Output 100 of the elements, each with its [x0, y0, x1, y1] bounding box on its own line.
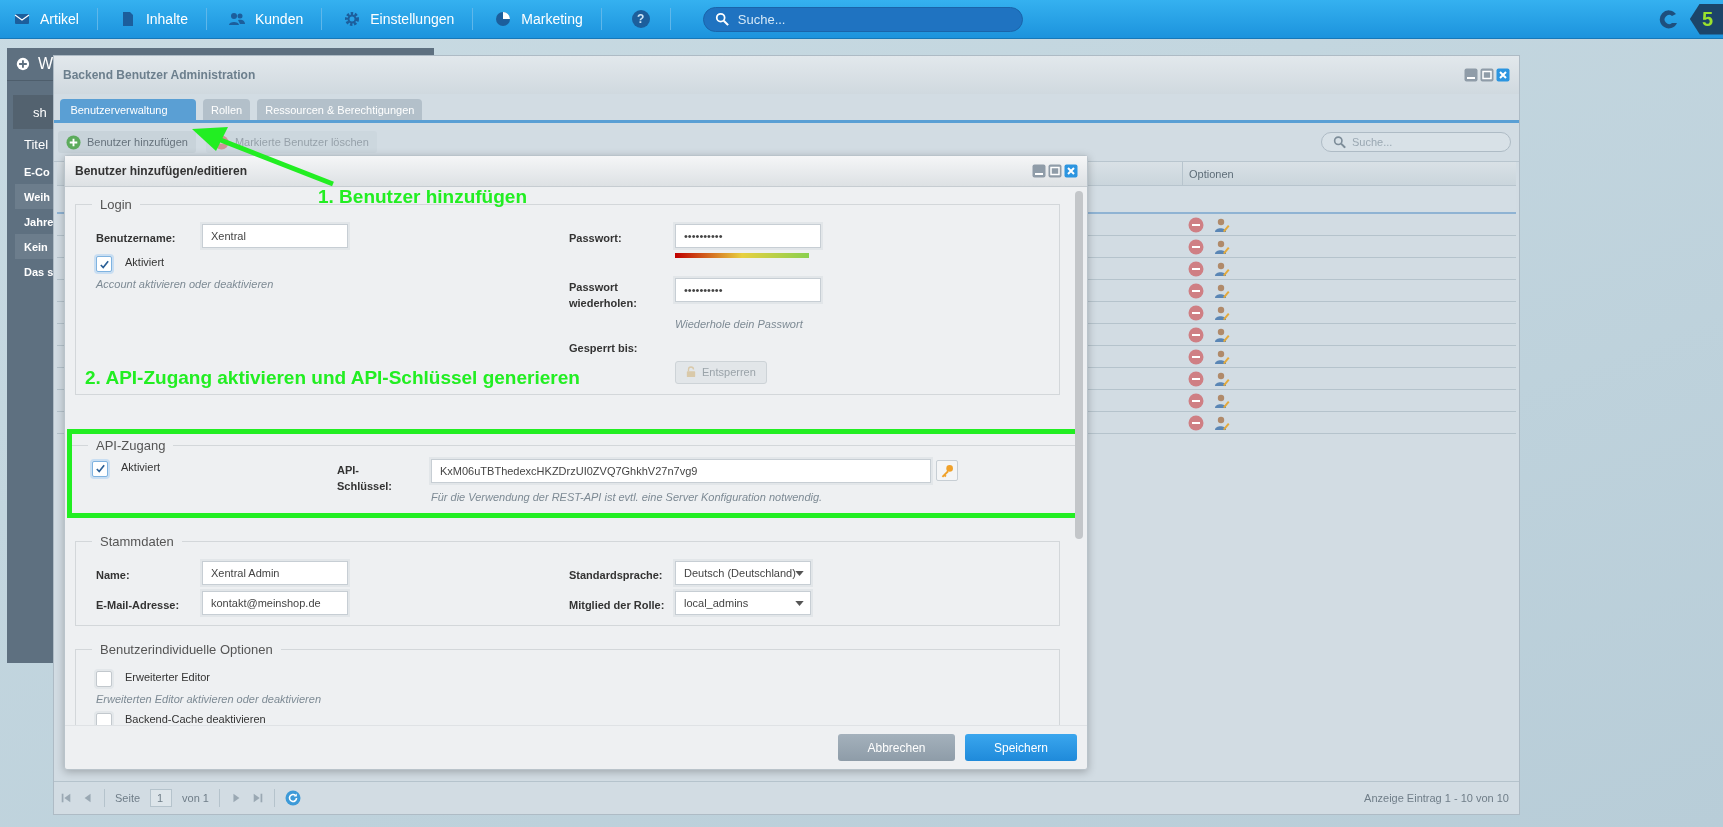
checkbox-label: Erweiterter Editor [125, 670, 210, 683]
nav-menu-item[interactable]: Inhalte [115, 11, 206, 27]
dropdown-arrow-icon [795, 600, 804, 606]
close-icon[interactable] [1496, 68, 1510, 82]
field-label: Passwort wiederholen: [569, 280, 638, 311]
refresh-icon[interactable] [285, 790, 301, 806]
hint-text: Für die Verwendung der REST-API ist evtl. eine Server Konfiguration notwendig. [431, 490, 824, 503]
last-page-icon[interactable] [252, 792, 264, 804]
list-row[interactable]: Das s [15, 259, 53, 284]
list-row[interactable]: Jahre [15, 209, 53, 234]
delete-icon[interactable] [1188, 414, 1204, 431]
annotation-text: 2. API-Zugang aktivieren und API-Schlüssel generieren [85, 367, 580, 389]
dropdown-arrow-icon [795, 570, 804, 576]
checkbox-label: Backend-Cache deaktivieren [125, 712, 266, 725]
delete-icon[interactable] [1188, 260, 1204, 277]
window-title: W [37, 55, 53, 73]
check-icon [98, 258, 110, 270]
field-label: Benutzername: [96, 231, 177, 246]
hint-text: Erweiterten Editor aktivieren oder deaktivieren [96, 692, 322, 705]
save-button[interactable]: Speichern [965, 734, 1077, 761]
section-title: Login [99, 197, 133, 212]
pie-chart-icon [495, 11, 512, 27]
scrollbar-thumb[interactable] [1075, 191, 1083, 539]
delete-icon[interactable] [1188, 392, 1204, 409]
nav-menu-item[interactable]: Kunden [224, 11, 322, 27]
delete-icon[interactable] [1188, 348, 1204, 365]
list-row[interactable]: Kein [15, 234, 53, 259]
nav-menu-item[interactable]: Artikel [10, 11, 97, 27]
page-label: Seite [115, 792, 141, 804]
password-field[interactable]: •••••••••• [675, 224, 821, 248]
checkbox[interactable] [96, 670, 112, 687]
list-row[interactable]: Titel [15, 129, 53, 159]
key-icon [940, 463, 954, 478]
add-icon [66, 134, 81, 150]
field-label: Gesperrt bis: [569, 340, 639, 356]
search-icon [1333, 135, 1346, 149]
window-title: Backend Benutzer Administration [63, 68, 256, 82]
page-info: Anzeige Eintrag 1 - 10 von 10 [1364, 792, 1510, 804]
field-label: Standardsprache: [569, 567, 664, 583]
maximize-icon[interactable] [1048, 164, 1062, 178]
delete-icon[interactable] [1188, 326, 1204, 343]
brand-logo: 5 [1689, 3, 1723, 35]
user-edit-icon[interactable] [1214, 370, 1230, 387]
maximize-icon[interactable] [1480, 68, 1494, 82]
user-edit-icon[interactable] [1214, 260, 1230, 277]
minimize-icon[interactable] [1464, 68, 1478, 82]
field-label: Mitglied der Rolle: [569, 597, 666, 613]
user-edit-icon[interactable] [1214, 326, 1230, 343]
user-edit-icon[interactable] [1214, 348, 1230, 365]
user-edit-icon[interactable] [1214, 392, 1230, 409]
tab[interactable]: Benutzerverwaltung [60, 99, 196, 120]
page-number-field[interactable]: 1 [150, 789, 173, 807]
check-icon [94, 463, 106, 475]
section-title: API-Zugang [95, 437, 167, 453]
list-row[interactable]: Weih [15, 184, 53, 209]
search-field[interactable]: Suche... [1321, 132, 1511, 152]
delete-icon[interactable] [1188, 370, 1204, 387]
first-page-icon[interactable] [60, 792, 72, 804]
nav-menu-item[interactable]: Marketing [491, 11, 601, 27]
gear-icon [344, 11, 361, 27]
column-header[interactable]: Optionen [1182, 162, 1516, 185]
page-count: von 1 [182, 792, 209, 804]
search-field[interactable]: Suche... [702, 6, 1023, 32]
envelope-icon [14, 11, 30, 27]
role-dropdown[interactable]: local_admins [675, 590, 811, 615]
password-field[interactable]: •••••••••• [675, 278, 821, 302]
next-page-icon[interactable] [230, 792, 242, 804]
list-row[interactable]: E-Co [15, 159, 53, 184]
user-edit-icon[interactable] [1214, 216, 1230, 233]
checkbox[interactable] [96, 712, 112, 725]
add-user-button[interactable]: Benutzer hinzufügen [58, 131, 196, 153]
delete-icon[interactable] [1188, 282, 1204, 299]
name-field[interactable]: Xentral Admin [202, 560, 348, 585]
user-edit-icon[interactable] [1214, 414, 1230, 431]
api-key-field[interactable]: KxM06uTBThedexcHKZDrzUI0ZVQ7GhkhV27n7vg9 [431, 458, 931, 483]
close-icon[interactable] [1064, 164, 1078, 178]
nav-menu-item[interactable]: Einstellungen [340, 11, 473, 27]
delete-icon[interactable] [1188, 216, 1204, 233]
annotation-text: 1. Benutzer hinzufügen [318, 186, 527, 208]
dialog-title: Benutzer hinzufügen/editieren [75, 164, 247, 178]
cancel-button[interactable]: Abbrechen [838, 734, 955, 761]
previous-page-icon[interactable] [82, 792, 94, 804]
field-label: E-Mail-Adresse: [96, 597, 181, 613]
minimize-icon[interactable] [1032, 164, 1046, 178]
language-dropdown[interactable]: Deutsch (Deutschland) [675, 560, 811, 585]
delete-icon[interactable] [1188, 238, 1204, 255]
logo-icon [1657, 8, 1680, 30]
user-edit-icon[interactable] [1214, 238, 1230, 255]
delete-icon[interactable] [1188, 304, 1204, 321]
checkbox[interactable] [96, 256, 112, 272]
checkbox[interactable] [92, 460, 108, 477]
username-field[interactable]: Xentral [202, 224, 348, 248]
email-field[interactable]: kontakt@meinshop.de [202, 590, 348, 615]
generate-key-button[interactable] [936, 460, 958, 482]
help-button[interactable]: ? [631, 10, 650, 28]
hint-text: Account aktivieren oder deaktivieren [96, 278, 275, 290]
user-edit-icon[interactable] [1214, 304, 1230, 321]
field-label: Name: [96, 567, 131, 583]
lock-icon [686, 366, 696, 379]
user-edit-icon[interactable] [1214, 282, 1230, 299]
